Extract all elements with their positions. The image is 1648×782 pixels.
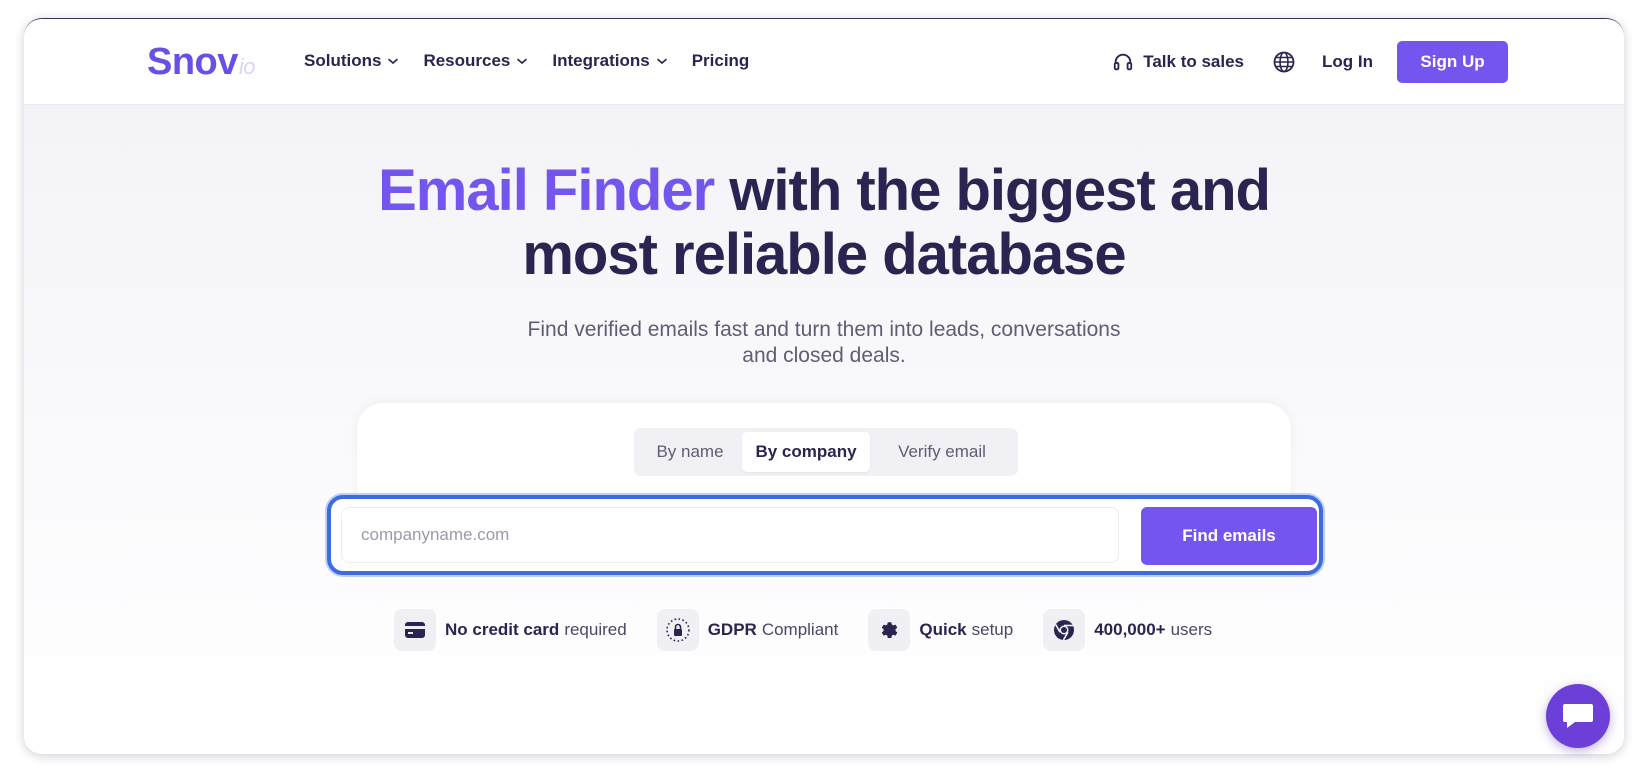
nav-item-pricing[interactable]: Pricing (692, 51, 750, 71)
feature-list: No credit card required GDPR Compliant Qui… (394, 609, 1242, 651)
logo-main: Snov (147, 41, 238, 83)
search-form: Find emails (327, 495, 1323, 575)
feature-bold: 400,000+ (1094, 620, 1166, 639)
gear-icon (868, 609, 911, 651)
nav-item-solutions[interactable]: Solutions (304, 51, 399, 71)
hero-title-rest-2: most reliable database (522, 222, 1126, 287)
hero-subtitle: Find verified emails fast and turn them … (424, 317, 1224, 369)
feature-rest: Compliant (761, 620, 839, 639)
header-actions: Talk to sales Log In Sign Up (1112, 41, 1508, 83)
headset-icon (1114, 53, 1133, 71)
hero-subtitle-line1: Find verified emails fast and turn them … (527, 318, 1121, 341)
login-link[interactable]: Log In (1322, 52, 1373, 72)
chevron-down-icon (656, 58, 667, 65)
feature-bold: GDPR (707, 620, 757, 639)
chevron-down-icon (388, 58, 399, 65)
site-header: Snovio Solutions Resources Integrations … (24, 19, 1624, 105)
nav-item-label: Solutions (304, 51, 382, 70)
talk-to-sales-link[interactable]: Talk to sales (1112, 51, 1244, 73)
chevron-down-icon (517, 58, 528, 65)
chrome-icon (1043, 609, 1086, 651)
logo-suffix: io (238, 54, 256, 79)
tab-by-company[interactable]: By company (742, 432, 870, 472)
tab-verify-email[interactable]: Verify email (870, 432, 1014, 472)
feature-rest: users (1170, 620, 1213, 639)
nav-item-label: Resources (423, 51, 511, 70)
nav-item-integrations[interactable]: Integrations (552, 51, 667, 71)
search-mode-tabs: By name By company Verify email (634, 428, 1018, 476)
tab-by-name[interactable]: By name (638, 432, 742, 472)
snov-logo[interactable]: Snovio (147, 41, 256, 84)
language-globe-icon[interactable] (1272, 50, 1296, 74)
feature-rest: setup (971, 620, 1014, 639)
lock-icon (656, 609, 699, 651)
hero-title-accent: Email Finder (378, 158, 715, 223)
nav-item-label: Integrations (552, 51, 650, 70)
hero-title-rest-1: with the biggest and (714, 158, 1271, 223)
browser-viewport: Snovio Solutions Resources Integrations … (24, 18, 1624, 754)
feature-rest: required (564, 620, 627, 639)
feature-gdpr: GDPR Compliant (656, 609, 839, 651)
feature-no-credit-card: No credit card required (394, 609, 627, 651)
signup-button[interactable]: Sign Up (1397, 41, 1508, 83)
find-emails-button[interactable]: Find emails (1141, 507, 1317, 565)
hero-subtitle-line2: and closed deals. (742, 344, 906, 367)
nav-item-label: Pricing (691, 51, 750, 70)
nav-item-resources[interactable]: Resources (423, 51, 528, 71)
feature-bold: No credit card (445, 620, 560, 639)
hero-title: Email Finder with the biggest and most r… (24, 159, 1624, 287)
company-domain-input[interactable] (341, 507, 1119, 563)
talk-to-sales-label: Talk to sales (1143, 52, 1245, 71)
chat-bubble-icon (1563, 704, 1593, 728)
feature-users: 400,000+ users (1043, 609, 1212, 651)
credit-card-icon (394, 609, 436, 651)
feature-bold: Quick (919, 620, 967, 639)
live-chat-button[interactable] (1546, 684, 1610, 748)
feature-quick-setup: Quick setup (868, 609, 1013, 651)
main-nav: Solutions Resources Integrations Pricing (304, 51, 773, 71)
